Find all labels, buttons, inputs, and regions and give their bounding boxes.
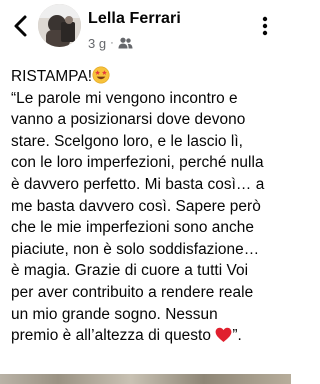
post-line-3: vanno a posizionarsi dove devono <box>11 111 246 129</box>
post-line-7: me basta davvero così. Sapere però <box>11 197 261 215</box>
star-struck-emoji <box>92 66 110 84</box>
post-heading: RISTAMPA! <box>11 68 93 85</box>
post-header: Lella Ferrari 3 g · <box>0 0 291 58</box>
post-line-6: è davvero perfetto. Mi basta così… a <box>11 175 265 193</box>
more-vertical-icon[interactable] <box>258 12 272 40</box>
post-line-13: premio è all’altezza di questo ”. <box>11 325 285 347</box>
friends-icon <box>118 37 133 49</box>
post-line-8: che le mie imperfezioni sono anche <box>11 219 254 237</box>
post-text: RISTAMPA! “Le parole mi vengono incontro… <box>11 66 285 347</box>
post-line-4: stare. Scelgono loro, e le lascio lì, <box>11 132 243 150</box>
post-line-13-text: premio è all’altezza di questo <box>11 327 216 345</box>
post-line-12: un mio grande sogno. Nessun <box>11 305 218 323</box>
post-line-11: per aver contribuito a rendere reale <box>11 283 254 301</box>
post-line-5: con le loro imperfezioni, perché nulla <box>11 154 264 172</box>
red-heart-emoji <box>215 327 232 343</box>
chevron-left-icon[interactable] <box>10 12 32 40</box>
timestamp[interactable]: 3 g <box>88 36 106 51</box>
avatar[interactable] <box>38 4 81 47</box>
closing-quote: ”. <box>232 327 242 345</box>
author-name[interactable]: Lella Ferrari <box>88 10 181 28</box>
post-photo[interactable] <box>0 374 291 384</box>
post-line-2: “Le parole mi vengono incontro e <box>11 89 238 107</box>
post-meta: 3 g · <box>88 35 133 51</box>
post-line-1: RISTAMPA! <box>11 66 285 88</box>
meta-separator: · <box>110 36 114 49</box>
post-line-10: è magia. Grazie di cuore a tutti Voi <box>11 262 249 280</box>
post-line-9: piaciute, non è solo soddisfazione… <box>11 240 260 258</box>
